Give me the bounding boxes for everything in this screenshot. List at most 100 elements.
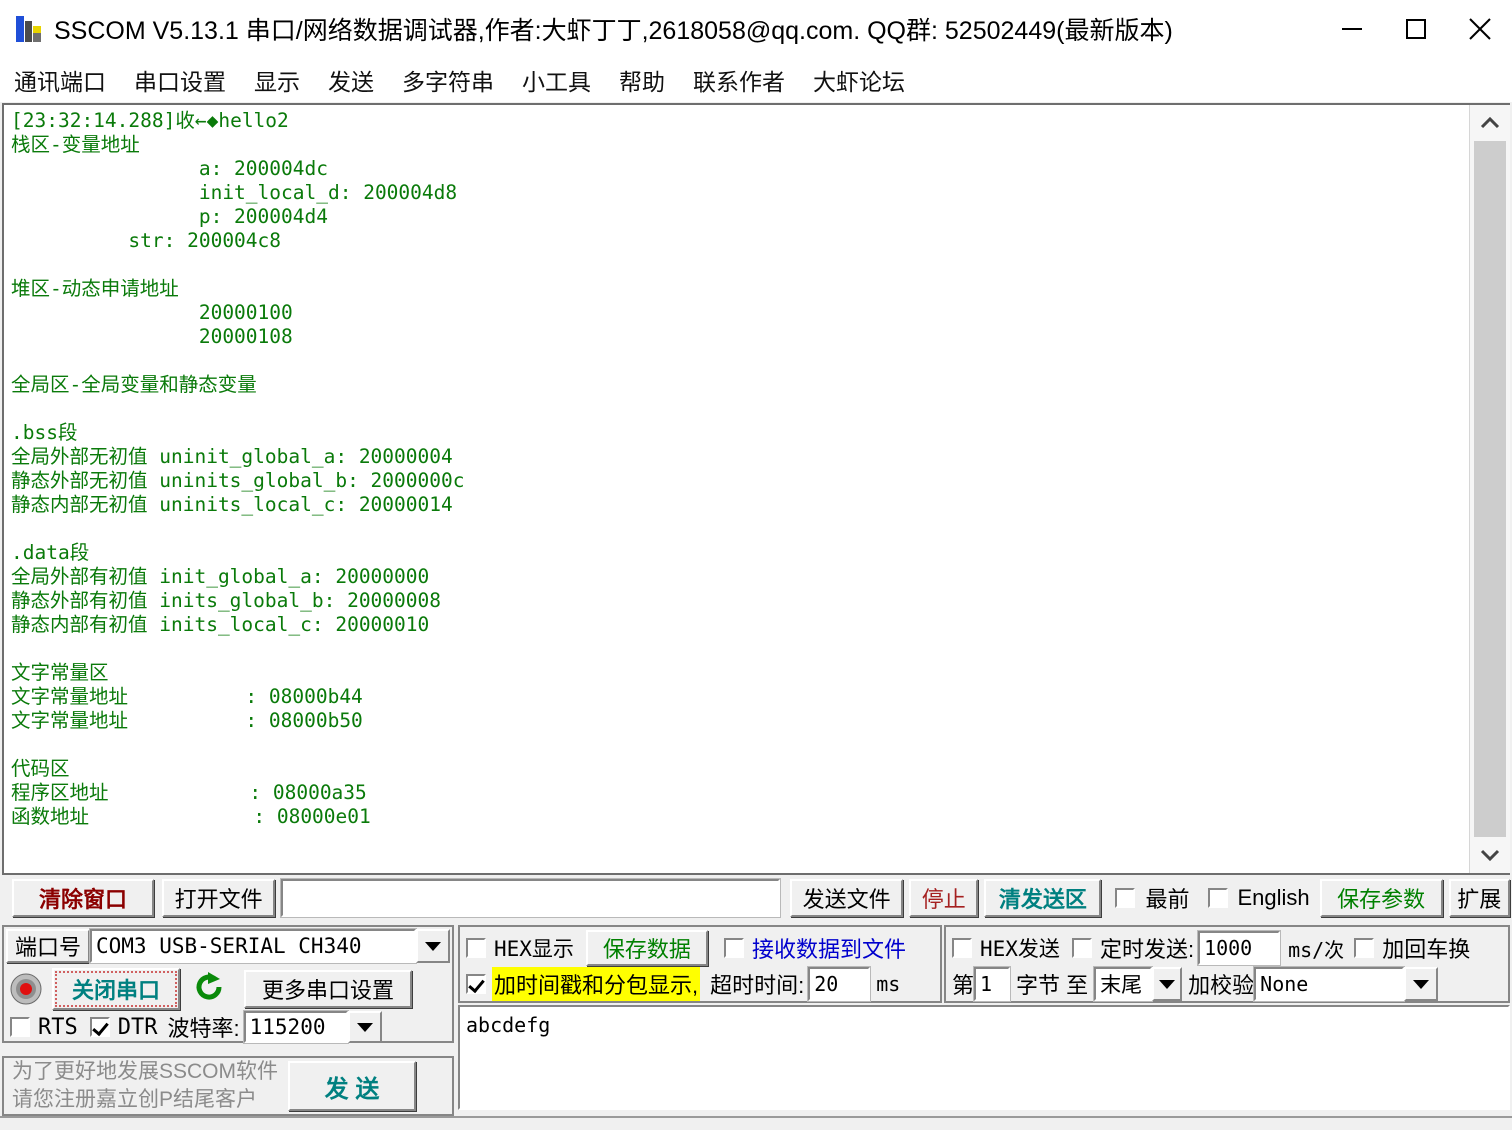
receive-line: 全局外部有初值 init_global_a: 20000000 (11, 565, 430, 588)
checksum-label: 加校验 (1188, 973, 1255, 998)
send-file-button[interactable]: 发送文件 (789, 879, 904, 917)
receive-line (11, 253, 1469, 277)
receive-line: 全局外部无初值 uninit_global_a: 20000004 (11, 445, 453, 468)
english-checkbox[interactable] (1207, 888, 1228, 908)
baud-dropdown-arrow[interactable] (347, 1011, 382, 1043)
port-dropdown-arrow[interactable] (416, 929, 450, 963)
menu-item-send[interactable]: 发送 (328, 63, 374, 97)
save-params-button[interactable]: 保存参数 (1319, 879, 1443, 917)
stop-button[interactable]: 停止 (909, 879, 979, 917)
receive-area-frame: [23:32:14.288]收←◆hello2 栈区-变量地址 a: 200004… (2, 103, 1510, 875)
timed-send-label: 定时发送: (1099, 937, 1195, 962)
checksum-select[interactable]: None (1253, 966, 1406, 1002)
send-text-value: abcdefg (466, 1013, 551, 1037)
dtr-label: DTR (117, 1014, 158, 1040)
more-port-settings-button[interactable]: 更多串口设置 (244, 970, 412, 1008)
chevron-down-icon[interactable] (1470, 837, 1510, 873)
window-controls (1320, 0, 1512, 58)
crlf-checkbox[interactable] (1354, 938, 1375, 958)
rts-checkbox[interactable] (10, 1017, 30, 1037)
scrollbar-thumb[interactable] (1474, 141, 1506, 837)
send-options-group: HEX发送 定时发送: 1000 ms/次 加回车换 第 1 字节 至 末尾 加… (944, 925, 1510, 1003)
window-title: SSCOM V5.13.1 串口/网络数据调试器,作者:大虾丁丁,2618058… (54, 17, 1173, 45)
receive-line: 代码区 (11, 757, 70, 780)
byte-mid-label: 字节 至 (1016, 973, 1089, 998)
hex-display-label: HEX显示 (494, 937, 574, 961)
rts-label: RTS (38, 1014, 78, 1040)
maximize-icon[interactable] (1384, 0, 1448, 58)
receive-line: 静态内部有初值 inits_local_c: 20000010 (11, 613, 430, 636)
menu-item-multistring[interactable]: 多字符串 (402, 63, 494, 97)
menu-item-help[interactable]: 帮助 (619, 63, 665, 97)
close-icon[interactable] (1448, 0, 1512, 58)
recv-to-file-label: 接收数据到文件 (751, 937, 906, 962)
baud-rate-label: 波特率: (167, 1016, 240, 1041)
topmost-label: 最前 (1145, 887, 1190, 912)
crlf-label: 加回车换 (1382, 937, 1471, 962)
byte-prefix-label: 第 (952, 973, 975, 998)
hex-send-label: HEX发送 (980, 937, 1060, 961)
close-port-button[interactable]: 关闭串口 (52, 968, 180, 1010)
dtr-checkbox[interactable] (89, 1017, 110, 1037)
chevron-up-icon[interactable] (1470, 105, 1510, 141)
receive-line: 程序区地址 : 08000a35 (11, 781, 367, 804)
receive-line (11, 397, 1469, 421)
menu-item-display[interactable]: 显示 (254, 63, 300, 97)
timeout-input[interactable]: 20 (807, 966, 872, 1002)
baud-rate-select[interactable]: 115200 (242, 1010, 349, 1044)
receive-line: 20000100 (11, 301, 293, 324)
register-prompt-group: 为了更好地发展SSCOM软件 请您注册嘉立创P结尾客户 发 送 (2, 1056, 454, 1116)
receive-line: 文字常量地址 : 08000b50 (11, 709, 363, 732)
receive-line: 文字常量地址 : 08000b44 (11, 685, 363, 708)
menu-item-port-config[interactable]: 串口设置 (134, 63, 226, 97)
menu-item-comm-port[interactable]: 通讯端口 (14, 63, 106, 97)
clear-send-button[interactable]: 清发送区 (984, 879, 1102, 917)
receive-line: [23:32:14.288]收←◆hello2 (11, 109, 289, 132)
file-path-input[interactable] (280, 878, 781, 918)
save-data-button[interactable]: 保存数据 (585, 930, 708, 966)
timed-send-checkbox[interactable] (1071, 938, 1092, 958)
byte-end-select[interactable]: 末尾 (1093, 966, 1154, 1002)
timestamp-checkbox[interactable] (466, 974, 486, 994)
receive-line: .data段 (11, 541, 90, 564)
send-button[interactable]: 发 送 (288, 1061, 417, 1111)
receive-text-area[interactable]: [23:32:14.288]收←◆hello2 栈区-变量地址 a: 200004… (7, 107, 1469, 869)
port-number-label: 端口号 (6, 929, 90, 963)
receive-line (11, 517, 1469, 541)
timeout-unit-label: ms (876, 972, 901, 996)
hex-display-checkbox[interactable] (466, 938, 486, 958)
refresh-icon[interactable] (192, 970, 226, 1009)
receive-line: a: 200004dc (11, 157, 328, 180)
timestamp-label: 加时间戳和分包显示, (492, 967, 701, 1001)
send-interval-unit-label: ms/次 (1288, 937, 1345, 962)
receive-line: 文字常量区 (11, 661, 109, 684)
extend-button[interactable]: 扩展 (1448, 879, 1510, 917)
receive-line: .bss段 (11, 421, 78, 444)
receive-scrollbar[interactable] (1469, 105, 1510, 873)
open-file-button[interactable]: 打开文件 (162, 879, 276, 917)
send-interval-input[interactable]: 1000 (1197, 930, 1282, 966)
send-text-area[interactable]: abcdefg (458, 1005, 1510, 1110)
title-bar: SSCOM V5.13.1 串口/网络数据调试器,作者:大虾丁丁,2618058… (0, 0, 1512, 58)
port-select[interactable]: COM3 USB-SERIAL CH340 (89, 928, 417, 964)
checksum-dropdown-arrow[interactable] (1404, 967, 1439, 1001)
hex-send-checkbox[interactable] (952, 938, 972, 958)
minimize-icon[interactable] (1320, 0, 1384, 58)
menu-item-forum[interactable]: 大虾论坛 (813, 63, 905, 97)
receive-line: init_local_d: 200004d8 (11, 181, 458, 204)
menu-item-contact[interactable]: 联系作者 (693, 63, 785, 97)
status-led-icon (10, 973, 42, 1005)
action-toolbar: 清除窗口 打开文件 发送文件 停止 清发送区 最前 English 保存参数 扩… (2, 876, 1510, 920)
receive-line: 栈区-变量地址 (11, 133, 140, 156)
recv-to-file-checkbox[interactable] (723, 938, 744, 958)
menu-bar: 通讯端口 串口设置 显示 发送 多字符串 小工具 帮助 联系作者 大虾论坛 (0, 58, 1512, 102)
receive-line: 函数地址 : 08000e01 (11, 805, 371, 828)
english-label: English (1237, 885, 1310, 910)
byte-index-input[interactable]: 1 (973, 966, 1012, 1002)
byte-end-dropdown-arrow[interactable] (1152, 967, 1183, 1001)
clear-window-button[interactable]: 清除窗口 (12, 879, 155, 917)
menu-item-tools[interactable]: 小工具 (522, 63, 591, 97)
sscom-window: SSCOM V5.13.1 串口/网络数据调试器,作者:大虾丁丁,2618058… (0, 0, 1512, 1130)
register-prompt-line2: 请您注册嘉立创P结尾客户 (12, 1088, 258, 1111)
topmost-checkbox[interactable] (1115, 888, 1136, 908)
